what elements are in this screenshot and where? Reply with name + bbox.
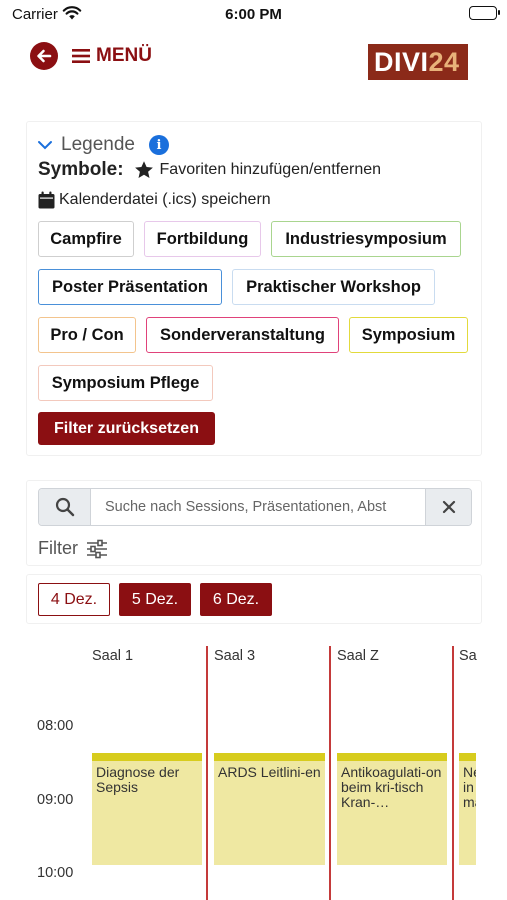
clock: 6:00 PM [225, 6, 282, 23]
category-symposium[interactable]: Symposium [349, 317, 468, 353]
category-fortbildung[interactable]: Fortbildung [144, 221, 261, 257]
schedule-grid[interactable]: Saal 1 Saal 3 Saal Z Sa 08:00 09:00 10:0… [26, 640, 507, 900]
session-event[interactable]: Diagnose der Sepsis [92, 753, 202, 865]
legend-toggle[interactable]: Legende i [37, 134, 169, 156]
close-icon [442, 500, 455, 514]
room-header: Sa [459, 648, 477, 664]
calendar-icon [38, 191, 55, 209]
calendar-text: Kalenderdatei (.ics) speichern [59, 191, 271, 208]
legend-title: Legende [61, 134, 135, 155]
calendar-row: Kalenderdatei (.ics) speichern [38, 191, 271, 209]
session-event[interactable]: Ne in ma [459, 753, 476, 865]
arrow-left-icon [37, 49, 52, 63]
category-poster-praesentation[interactable]: Poster Präsentation [38, 269, 222, 305]
symbols-label: Symbole: [38, 159, 124, 180]
day-button-5-dez[interactable]: 5 Dez. [119, 583, 191, 616]
category-praktischer-workshop[interactable]: Praktischer Workshop [232, 269, 435, 305]
divi24-logo: DIVI 24 [368, 44, 468, 80]
filter-toggle[interactable]: Filter [38, 538, 108, 559]
day-button-4-dez[interactable]: 4 Dez. [38, 583, 110, 616]
search-panel: Filter [26, 480, 482, 566]
search-icon [55, 497, 74, 517]
clear-search-button[interactable] [425, 489, 471, 525]
time-label: 08:00 [37, 718, 74, 734]
search-input[interactable] [91, 489, 425, 525]
column-divider [452, 646, 454, 900]
reset-filter-button[interactable]: Filter zurücksetzen [38, 412, 215, 445]
search-button[interactable] [39, 489, 91, 525]
search-bar [38, 488, 472, 526]
category-sonderveranstaltung[interactable]: Sonderveranstaltung [146, 317, 339, 353]
room-header: Saal Z [337, 648, 379, 664]
star-icon [134, 161, 153, 178]
status-bar: Carrier 6:00 PM [0, 0, 507, 28]
legend-panel: Legende i Symbole: Favoriten hinzufügen/… [26, 121, 482, 456]
time-label: 09:00 [37, 792, 74, 808]
category-campfire[interactable]: Campfire [38, 221, 134, 257]
menu-button[interactable]: MENÜ [72, 45, 152, 67]
session-event[interactable]: Antikoagulati-on beim kri-tisch Kran-… [337, 753, 447, 865]
time-label: 10:00 [37, 865, 74, 881]
info-icon[interactable]: i [148, 135, 169, 155]
battery-icon [469, 6, 500, 20]
day-button-6-dez[interactable]: 6 Dez. [200, 583, 272, 616]
category-industriesymposium[interactable]: Industriesymposium [271, 221, 461, 257]
category-pro-con[interactable]: Pro / Con [38, 317, 136, 353]
room-header: Saal 3 [214, 648, 256, 664]
hamburger-icon [72, 49, 90, 63]
chevron-down-icon [38, 141, 52, 150]
day-selector: 4 Dez. 5 Dez. 6 Dez. [26, 574, 482, 624]
column-divider [206, 646, 208, 900]
symbols-row: Symbole: Favoriten hinzufügen/entfernen [38, 159, 381, 181]
column-divider [329, 646, 331, 900]
sliders-icon [87, 539, 107, 558]
back-button[interactable] [30, 42, 58, 70]
room-header: Saal 1 [92, 648, 134, 664]
menu-label: MENÜ [96, 45, 152, 66]
favorites-text: Favoriten hinzufügen/entfernen [159, 161, 382, 178]
session-event[interactable]: ARDS Leitlini-en [214, 753, 325, 865]
category-symposium-pflege[interactable]: Symposium Pflege [38, 365, 213, 401]
filter-label: Filter [38, 538, 78, 558]
